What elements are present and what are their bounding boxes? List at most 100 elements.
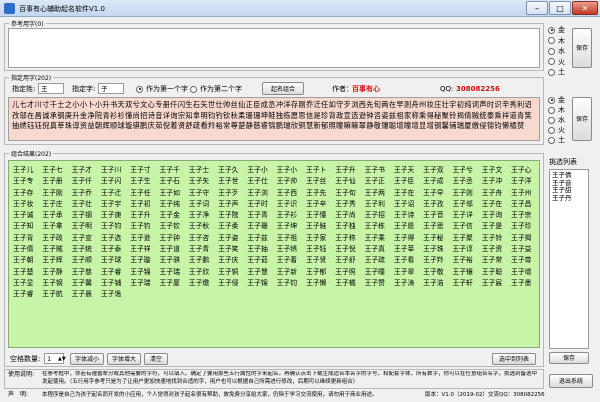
reference-save-button[interactable]: 保存 [572, 28, 592, 68]
result-name[interactable]: 王子钧 [101, 220, 130, 231]
result-name[interactable]: 王子统 [72, 243, 101, 254]
result-name[interactable]: 王子橘 [335, 277, 364, 288]
result-name[interactable]: 王子升 [335, 164, 364, 175]
result-name[interactable]: 王子朝 [13, 254, 42, 265]
maximize-button[interactable]: □ [549, 1, 571, 15]
result-name[interactable]: 王子是 [482, 220, 511, 231]
result-name[interactable]: 王子心 [511, 164, 539, 175]
result-name[interactable]: 王子舒 [335, 254, 364, 265]
font-smaller-button[interactable]: 字体减小 [70, 353, 104, 365]
result-name[interactable]: 王子慧 [247, 266, 276, 277]
result-name[interactable]: 王子愿 [394, 220, 423, 231]
result-name[interactable]: 王子道 [159, 243, 188, 254]
result-name[interactable]: 王子姿 [218, 232, 247, 243]
add-to-list-button[interactable]: 选中到列表 [492, 353, 536, 365]
radio-circle[interactable] [190, 85, 197, 93]
result-name[interactable]: 王子秀 [335, 198, 364, 209]
result-name[interactable]: 王子家 [306, 232, 335, 243]
result-name[interactable]: 王子笑 [218, 243, 247, 254]
result-name[interactable]: 王子帅 [277, 175, 306, 186]
result-name[interactable]: 王子才 [72, 164, 101, 175]
result-name[interactable]: 王子贤 [306, 254, 335, 265]
result-name[interactable]: 王子瑞 [159, 266, 188, 277]
result-name[interactable]: 王子专 [13, 175, 42, 186]
result-name[interactable]: 王子洋 [511, 175, 539, 186]
combine-button[interactable]: 起名组合 [262, 82, 304, 95]
result-name[interactable]: 王子坤 [277, 220, 306, 231]
result-name[interactable]: 王子增 [511, 266, 539, 277]
result-name[interactable]: 王子独 [335, 220, 364, 231]
result-name[interactable]: 王子小 [277, 164, 306, 175]
result-name[interactable]: 王子聚 [452, 232, 481, 243]
result-name[interactable]: 王子闪 [101, 175, 130, 186]
result-name[interactable]: 王子知 [13, 220, 42, 231]
result-name[interactable]: 王子生 [130, 175, 159, 186]
result-name[interactable]: 王子成 [423, 175, 452, 186]
result-name[interactable]: 王子珊 [247, 220, 276, 231]
result-name[interactable]: 王子新 [277, 266, 306, 277]
result-name[interactable]: 王子仟 [72, 175, 101, 186]
result-name[interactable]: 王子宣 [72, 232, 101, 243]
fixed-radio-jin[interactable]: 金 [548, 95, 570, 105]
result-name[interactable]: 王子瑞 [130, 277, 159, 288]
result-name[interactable]: 王子钦 [159, 220, 188, 231]
result-name[interactable]: 王子时 [247, 198, 276, 209]
result-name[interactable]: 王子书 [365, 164, 394, 175]
result-name[interactable]: 王子钧 [277, 277, 306, 288]
result-name[interactable]: 王子辛 [306, 198, 335, 209]
result-name[interactable]: 王子涛 [394, 277, 423, 288]
result-name[interactable]: 王子浏 [247, 187, 276, 198]
radio-circle[interactable] [548, 126, 555, 134]
result-name[interactable]: 王子丞 [452, 175, 481, 186]
result-name[interactable]: 王子慈 [72, 266, 101, 277]
result-name[interactable]: 王子羚 [423, 254, 452, 265]
result-name[interactable]: 王子泰 [101, 243, 130, 254]
result-name[interactable]: 王子士 [189, 164, 218, 175]
result-name[interactable]: 王子缴 [189, 277, 218, 288]
result-name[interactable]: 王子珠 [423, 243, 452, 254]
result-name[interactable]: 王子守 [189, 187, 218, 198]
result-name[interactable]: 王子卜 [306, 164, 335, 175]
result-name[interactable]: 王子任 [130, 187, 159, 198]
result-name[interactable]: 王子石 [159, 175, 188, 186]
result-name[interactable]: 王子着 [277, 254, 306, 265]
result-name[interactable]: 王子逸 [101, 288, 130, 299]
result-name[interactable]: 王子倪 [335, 243, 364, 254]
result-name[interactable]: 王子利 [365, 198, 394, 209]
result-name[interactable]: 王子骐 [159, 254, 188, 265]
result-name[interactable]: 王子纯 [159, 198, 188, 209]
result-name[interactable]: 王子久 [218, 164, 247, 175]
selected-save-button[interactable]: 保存 [549, 352, 589, 364]
radio-second-position[interactable]: 作为第二个字 [190, 84, 242, 94]
radio-circle[interactable] [548, 68, 555, 76]
result-name[interactable]: 王子庆 [218, 254, 247, 265]
result-name[interactable]: 王子词 [189, 198, 218, 209]
result-name[interactable]: 王子明 [72, 220, 101, 231]
result-name[interactable]: 王子祥 [130, 243, 159, 254]
result-name[interactable]: 王子称 [335, 232, 364, 243]
result-name[interactable]: 王子镶 [452, 266, 481, 277]
result-name[interactable]: 王子逊 [130, 232, 159, 243]
char-input[interactable]: 子 [98, 83, 124, 94]
result-name[interactable]: 王子双 [423, 164, 452, 175]
fixed-radio-tu[interactable]: 土 [548, 135, 570, 145]
result-name[interactable]: 王子青 [247, 209, 276, 220]
result-name[interactable]: 王子尚 [335, 209, 364, 220]
radio-circle[interactable] [548, 47, 555, 55]
result-name[interactable]: 王子厦 [159, 277, 188, 288]
minimize-button[interactable]: – [526, 1, 548, 15]
result-name[interactable]: 王子侵 [218, 277, 247, 288]
result-name[interactable]: 王子儿 [13, 164, 42, 175]
result-name[interactable]: 王子存 [13, 187, 42, 198]
result-name[interactable]: 王子祖 [277, 232, 306, 243]
result-name[interactable]: 王子声 [218, 198, 247, 209]
result-name[interactable]: 王子晨 [72, 288, 101, 299]
result-name[interactable]: 王子在 [482, 198, 511, 209]
result-name[interactable]: 王子得 [394, 232, 423, 243]
result-name[interactable]: 王子乔 [72, 187, 101, 198]
fixed-radio-huo[interactable]: 火 [548, 125, 570, 135]
result-name[interactable]: 王子钰 [306, 243, 335, 254]
result-name[interactable]: 王子尊 [511, 254, 539, 265]
result-name[interactable]: 王子招 [365, 209, 394, 220]
result-name[interactable]: 王子绣 [277, 243, 306, 254]
